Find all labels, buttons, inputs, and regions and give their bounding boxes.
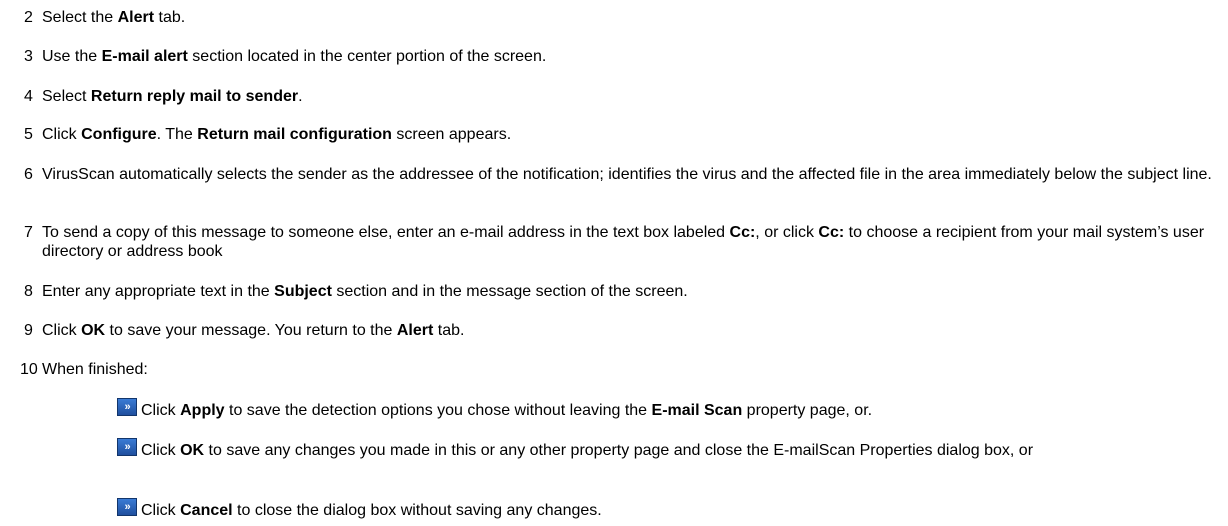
step-text: Click OK to save your message. You retur…: [42, 322, 465, 339]
ui-term: Return mail configuration: [197, 126, 392, 143]
substep-text: Click Cancel to close the dialog box wit…: [141, 502, 602, 519]
step-number: 4: [24, 88, 33, 105]
step-number: 8: [24, 283, 33, 300]
step-text: Enter any appropriate text in the Subjec…: [42, 283, 688, 300]
step-text: VirusScan automatically selects the send…: [42, 166, 1212, 183]
step-text: Click Configure. The Return mail configu…: [42, 126, 512, 143]
ui-term: Alert: [396, 322, 434, 339]
step-text: When finished:: [42, 361, 148, 378]
substep-text: Click OK to save any changes you made in…: [141, 442, 1034, 459]
ui-term: Apply: [180, 402, 225, 419]
substep-text: Click Apply to save the detection option…: [141, 402, 873, 419]
next-arrow-icon: »: [117, 398, 137, 416]
step-number: 3: [24, 48, 33, 65]
ui-term: Cc:: [818, 224, 845, 241]
step-number: 7: [24, 224, 33, 241]
step-number: 10: [20, 361, 38, 378]
ui-term: Return reply mail to sender: [90, 88, 299, 105]
ui-term: E-mail alert: [101, 48, 188, 65]
ui-term: OK: [180, 442, 205, 459]
ui-term: Cancel: [180, 502, 233, 519]
step-text: Select Return reply mail to sender.: [42, 88, 303, 105]
step-text: Use the E-mail alert section located in …: [42, 48, 547, 65]
ui-term: OK: [81, 322, 106, 339]
step-number: 5: [24, 126, 33, 143]
step-text: To send a copy of this message to someon…: [42, 224, 1205, 260]
ui-term: Configure: [81, 126, 157, 143]
step-text: Select the Alert tab.: [42, 9, 186, 26]
step-number: 9: [24, 322, 33, 339]
ui-term: E-mail Scan: [651, 402, 743, 419]
ui-term: Cc:: [729, 224, 756, 241]
ui-term: Alert: [117, 9, 155, 26]
step-number: 6: [24, 166, 33, 183]
next-arrow-icon: »: [117, 498, 137, 516]
step-number: 2: [24, 9, 33, 26]
ui-term: Subject: [274, 283, 332, 300]
